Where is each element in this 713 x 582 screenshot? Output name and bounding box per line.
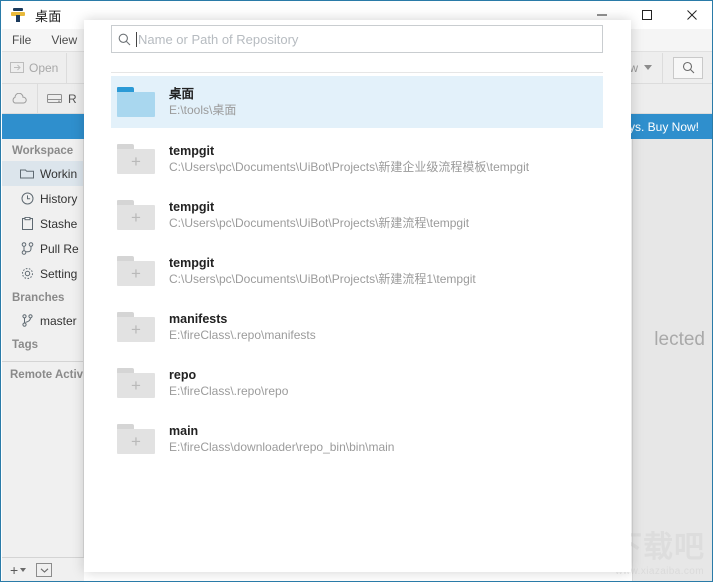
repository-button-label: R [68, 91, 77, 106]
folder-add-icon: + [117, 200, 155, 230]
repository-name: main [169, 423, 199, 438]
fork-icon [10, 7, 26, 23]
search-icon [112, 33, 136, 46]
folder-add-icon: + [117, 312, 155, 342]
sidebar: Workspace Workin History Stashe Pull Re … [2, 139, 84, 581]
sidebar-item-settings[interactable]: Setting [2, 261, 83, 286]
sidebar-group-workspace: Workspace [12, 145, 74, 157]
repository-name: tempgit [169, 199, 215, 214]
repository-name: manifests [169, 311, 228, 326]
cloud-button[interactable] [2, 84, 38, 113]
open-button[interactable]: Open [2, 52, 68, 83]
repository-name: tempgit [169, 143, 215, 158]
repository-name: repo [169, 367, 197, 382]
trial-banner-text: ys. Buy Now! [628, 119, 699, 134]
list-item[interactable]: + repo E:\fireClass\.repo\repo [111, 357, 603, 409]
clock-icon [20, 192, 34, 206]
sidebar-item-label: Setting [40, 266, 78, 281]
folder-add-icon: + [117, 424, 155, 454]
list-item[interactable]: + main E:\fireClass\downloader\repo_bin\… [111, 413, 603, 465]
sidebar-remote-activity-label: Remote Activi [10, 369, 84, 381]
repository-path: E:\fireClass\.repo\manifests [169, 327, 316, 342]
clipboard-icon [20, 217, 34, 231]
application-window: 桌面 File View Open R ys. Buy Now! Workspa… [0, 0, 713, 582]
sidebar-item-label: Stashe [40, 216, 78, 231]
add-repository-button[interactable]: + [10, 562, 27, 578]
list-item[interactable]: + manifests E:\fireClass\.repo\manifests [111, 301, 603, 353]
close-button[interactable] [669, 1, 712, 29]
repository-path: E:\fireClass\.repo\repo [169, 383, 289, 398]
window-title: 桌面 [35, 8, 62, 24]
sidebar-item-pull-requests[interactable]: Pull Re [2, 236, 83, 261]
repository-path: E:\tools\桌面 [169, 102, 237, 117]
open-folder-icon [10, 62, 24, 73]
repository-button[interactable]: R [38, 84, 87, 113]
dialog-divider [111, 72, 603, 73]
sidebar-item-label: Pull Re [40, 241, 79, 256]
maximize-icon [641, 10, 652, 20]
list-item[interactable]: + tempgit C:\Users\pc\Documents\UiBot\Pr… [111, 189, 603, 241]
sidebar-item-label: master [40, 313, 77, 328]
repository-path: C:\Users\pc\Documents\UiBot\Projects\新建企… [169, 159, 530, 174]
toolbar-right-group: ow [623, 52, 712, 84]
repository-picker-dialog: Name or Path of Repository 桌面 E:\tools\桌… [84, 20, 631, 572]
folder-add-icon: + [117, 144, 155, 174]
sidebar-item-working-copy[interactable]: Workin [2, 161, 83, 186]
list-item[interactable]: 桌面 E:\tools\桌面 [111, 76, 603, 128]
search-placeholder: Name or Path of Repository [138, 31, 299, 47]
sidebar-item-stashes[interactable]: Stashe [2, 211, 83, 236]
sidebar-item-history[interactable]: History [2, 186, 83, 211]
repository-path: C:\Users\pc\Documents\UiBot\Projects\新建流… [169, 215, 470, 230]
folder-add-icon: + [117, 368, 155, 398]
drive-icon [47, 94, 62, 103]
repository-path: C:\Users\pc\Documents\UiBot\Projects\新建流… [169, 271, 476, 286]
open-button-label: Open [29, 60, 59, 75]
folder-add-icon: + [117, 256, 155, 286]
repository-name: 桌面 [169, 86, 195, 101]
detail-panel: lected [632, 139, 712, 581]
empty-state-text: lected [654, 329, 705, 350]
repository-search-field[interactable]: Name or Path of Repository [111, 25, 603, 53]
menu-view[interactable]: View [41, 29, 87, 51]
folder-blue-icon [117, 87, 155, 117]
list-item[interactable]: + tempgit C:\Users\pc\Documents\UiBot\Pr… [111, 133, 603, 185]
sidebar-group-tags: Tags [12, 339, 38, 351]
repository-name: tempgit [169, 255, 215, 270]
search-icon [682, 61, 694, 74]
sidebar-item-master[interactable]: master [2, 308, 83, 333]
sidebar-item-label: Workin [40, 166, 78, 181]
sidebar-group-branches: Branches [12, 292, 65, 304]
list-item[interactable]: + tempgit C:\Users\pc\Documents\UiBot\Pr… [111, 245, 603, 297]
chevron-down-icon [20, 568, 27, 572]
inbox-button[interactable] [36, 563, 53, 577]
repository-list: 桌面 E:\tools\桌面 + tempgit C:\Users\pc\Doc… [84, 76, 631, 516]
repository-path: E:\fireClass\downloader\repo_bin\bin\mai… [169, 439, 395, 454]
pull-request-icon [20, 242, 34, 256]
close-icon [686, 10, 697, 20]
cloud-icon [12, 92, 27, 103]
add-repository-label: + [10, 562, 19, 578]
inbox-icon [40, 567, 49, 573]
chevron-down-icon [644, 65, 652, 70]
text-cursor [136, 31, 137, 47]
sidebar-bottom-bar: + [2, 557, 84, 581]
sidebar-item-label: History [40, 191, 78, 206]
gear-icon [20, 267, 34, 281]
menu-file[interactable]: File [2, 29, 41, 51]
toolbar-search-button[interactable] [673, 56, 703, 79]
branch-icon [20, 314, 34, 328]
folder-icon [20, 167, 34, 181]
